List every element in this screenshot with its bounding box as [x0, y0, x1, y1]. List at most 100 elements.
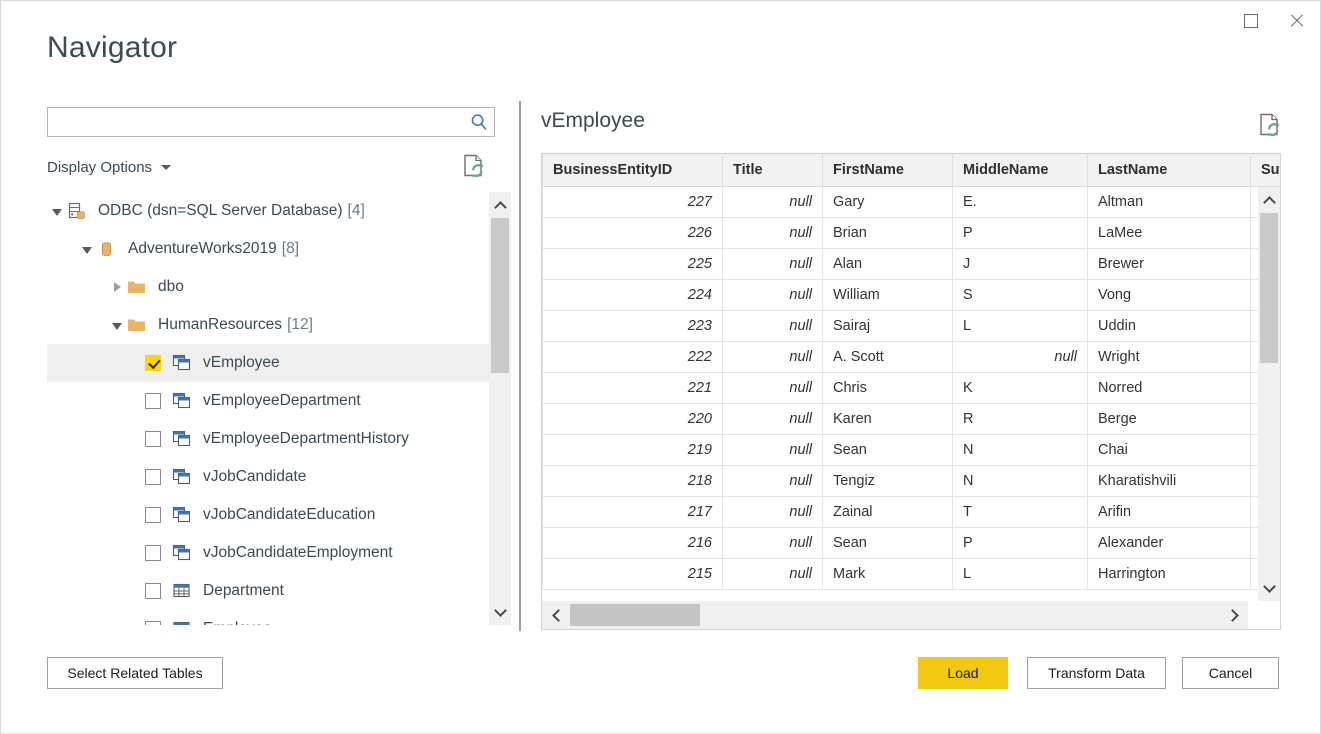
- table-row[interactable]: 216 null Sean P Alexander: [543, 528, 1282, 559]
- select-related-tables-button[interactable]: Select Related Tables: [47, 657, 223, 689]
- tree-item-checkbox[interactable]: [145, 431, 161, 447]
- scroll-right-button[interactable]: [1220, 601, 1248, 629]
- view-icon: [172, 544, 192, 562]
- cell-firstname: Sairaj: [823, 311, 953, 342]
- search-box[interactable]: [47, 107, 495, 137]
- tree-item-department[interactable]: Department: [47, 572, 491, 610]
- scroll-up-button[interactable]: [489, 192, 511, 218]
- cell-businessentityid: 216: [543, 528, 723, 559]
- expand-toggle-icon[interactable]: [107, 282, 127, 292]
- table-row[interactable]: 221 null Chris K Norred: [543, 373, 1282, 404]
- chevron-down-icon: [161, 165, 171, 170]
- close-button[interactable]: [1274, 1, 1320, 41]
- cancel-button[interactable]: Cancel: [1182, 657, 1279, 689]
- scroll-thumb[interactable]: [1260, 213, 1278, 363]
- scroll-track[interactable]: [570, 601, 1220, 629]
- tree-item-vjobcandidateemployment[interactable]: vJobCandidateEmployment: [47, 534, 491, 572]
- tree-item-vemployee[interactable]: vEmployee: [47, 344, 491, 382]
- table-row[interactable]: 224 null William S Vong: [543, 280, 1282, 311]
- tree-item-vemployeedepartment[interactable]: vEmployeeDepartment: [47, 382, 491, 420]
- column-header-businessentityid[interactable]: BusinessEntityID: [543, 154, 723, 187]
- column-header-title[interactable]: Title: [723, 154, 823, 187]
- expand-toggle-icon[interactable]: [107, 321, 127, 330]
- tree-vertical-scrollbar[interactable]: [489, 192, 511, 625]
- scroll-thumb[interactable]: [570, 604, 700, 626]
- table-row[interactable]: 220 null Karen R Berge: [543, 404, 1282, 435]
- table-icon: [172, 582, 192, 600]
- cell-title: null: [723, 187, 823, 218]
- table-row[interactable]: 215 null Mark L Harrington: [543, 559, 1282, 590]
- tree-item-count: [4]: [348, 202, 365, 220]
- grid-horizontal-scrollbar[interactable]: [542, 601, 1248, 629]
- display-options-row: Display Options: [47, 150, 511, 184]
- expand-toggle-icon[interactable]: [47, 207, 67, 216]
- cell-businessentityid: 222: [543, 342, 723, 373]
- tree-item-checkbox[interactable]: [145, 583, 161, 599]
- tree-item-vemployeedepartmenthistory[interactable]: vEmployeeDepartmentHistory: [47, 420, 491, 458]
- preview-table: BusinessEntityID Title FirstName MiddleN…: [542, 153, 1281, 590]
- cell-lastname: Wright: [1088, 342, 1251, 373]
- scroll-left-button[interactable]: [542, 601, 570, 629]
- cell-middlename: null: [953, 342, 1088, 373]
- object-tree[interactable]: ODBC (dsn=SQL Server Database) [4] Adven…: [47, 192, 511, 625]
- tree-item-checkbox[interactable]: [145, 507, 161, 523]
- refresh-left-button[interactable]: [463, 154, 485, 183]
- cell-lastname: Brewer: [1088, 249, 1251, 280]
- display-options-label: Display Options: [47, 159, 152, 176]
- dialog-footer: Select Related Tables Load Transform Dat…: [1, 643, 1321, 733]
- cell-middlename: S: [953, 280, 1088, 311]
- tree-item-adventureworks2019[interactable]: AdventureWorks2019 [8]: [47, 230, 491, 268]
- transform-data-button[interactable]: Transform Data: [1027, 657, 1166, 689]
- search-input[interactable]: [48, 108, 464, 136]
- tree-item-odbc[interactable]: ODBC (dsn=SQL Server Database) [4]: [47, 192, 491, 230]
- tree-item-vjobcandidate[interactable]: vJobCandidate: [47, 458, 491, 496]
- folder-icon: [127, 278, 147, 296]
- cell-lastname: LaMee: [1088, 218, 1251, 249]
- tree-item-dbo[interactable]: dbo: [47, 268, 491, 306]
- grid-vertical-scrollbar[interactable]: [1258, 187, 1280, 601]
- cell-middlename: K: [953, 373, 1088, 404]
- refresh-preview-button[interactable]: [1259, 113, 1281, 142]
- column-header-lastname[interactable]: LastName: [1088, 154, 1251, 187]
- table-row[interactable]: 217 null Zainal T Arifin: [543, 497, 1282, 528]
- cell-middlename: R: [953, 404, 1088, 435]
- column-header-suffix[interactable]: Suf: [1251, 154, 1282, 187]
- scroll-thumb[interactable]: [491, 218, 509, 373]
- tree-item-checkbox[interactable]: [145, 355, 161, 371]
- column-header-middlename[interactable]: MiddleName: [953, 154, 1088, 187]
- scroll-track[interactable]: [489, 218, 511, 599]
- tree-item-label: vEmployee: [203, 354, 280, 372]
- tree-item-label: ODBC (dsn=SQL Server Database): [98, 202, 343, 220]
- load-button[interactable]: Load: [918, 657, 1008, 689]
- tree-item-vjobcandidateeducation[interactable]: vJobCandidateEducation: [47, 496, 491, 534]
- expand-toggle-icon[interactable]: [77, 245, 97, 254]
- table-row[interactable]: 227 null Gary E. Altman: [543, 187, 1282, 218]
- table-row[interactable]: 223 null Sairaj L Uddin: [543, 311, 1282, 342]
- maximize-button[interactable]: [1228, 1, 1274, 41]
- tree-item-employee[interactable]: Employee: [47, 610, 491, 625]
- scroll-up-button[interactable]: [1258, 187, 1280, 213]
- scroll-down-button[interactable]: [1258, 575, 1280, 601]
- search-icon[interactable]: [464, 113, 494, 131]
- tree-item-checkbox[interactable]: [145, 545, 161, 561]
- cell-businessentityid: 226: [543, 218, 723, 249]
- preview-grid[interactable]: BusinessEntityID Title FirstName MiddleN…: [541, 153, 1281, 630]
- scroll-track[interactable]: [1258, 213, 1280, 575]
- tree-item-humanresources[interactable]: HumanResources [12]: [47, 306, 491, 344]
- table-row[interactable]: 218 null Tengiz N Kharatishvili: [543, 466, 1282, 497]
- table-row[interactable]: 225 null Alan J Brewer: [543, 249, 1282, 280]
- view-icon: [172, 468, 192, 486]
- tree-item-checkbox[interactable]: [145, 621, 161, 625]
- tree-item-checkbox[interactable]: [145, 393, 161, 409]
- cell-title: null: [723, 311, 823, 342]
- column-header-firstname[interactable]: FirstName: [823, 154, 953, 187]
- scroll-down-button[interactable]: [489, 599, 511, 625]
- display-options-dropdown[interactable]: Display Options: [47, 159, 171, 176]
- cell-firstname: Chris: [823, 373, 953, 404]
- table-row[interactable]: 219 null Sean N Chai: [543, 435, 1282, 466]
- table-row[interactable]: 222 null A. Scott null Wright: [543, 342, 1282, 373]
- cell-lastname: Vong: [1088, 280, 1251, 311]
- tree-item-label: Department: [203, 582, 284, 600]
- table-row[interactable]: 226 null Brian P LaMee: [543, 218, 1282, 249]
- tree-item-checkbox[interactable]: [145, 469, 161, 485]
